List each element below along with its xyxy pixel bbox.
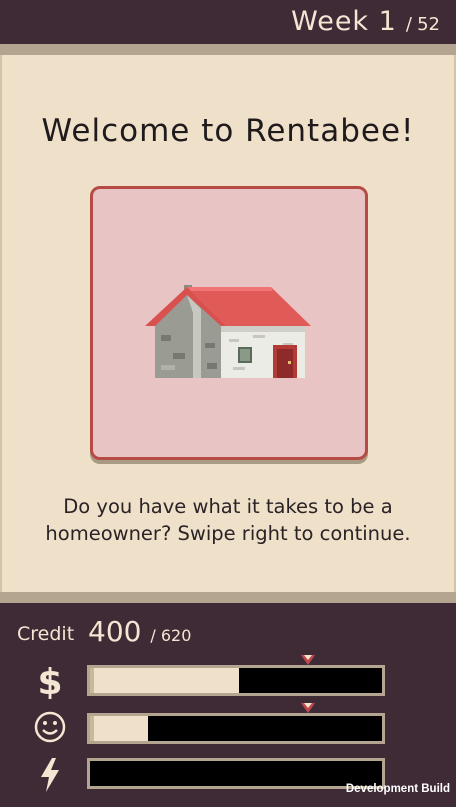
lightning-icon <box>30 755 70 795</box>
credit-value: 400 <box>88 615 142 648</box>
stats-panel: Credit 400 / 620 $ Development Build <box>0 603 456 807</box>
credit-display: 400 / 620 <box>88 615 191 648</box>
bottom-divider <box>0 592 456 603</box>
happiness-threshold-marker <box>301 703 315 713</box>
house-icon <box>145 285 311 378</box>
money-bar <box>87 665 385 696</box>
card-description: Do you have what it takes to be a homeow… <box>45 495 411 545</box>
money-threshold-marker <box>301 655 315 665</box>
card-area: Welcome to Rentabee! Do you have what it… <box>0 55 456 592</box>
happiness-bar-fill <box>90 716 149 741</box>
week-separator: / <box>405 14 412 35</box>
svg-text:$: $ <box>37 662 62 699</box>
money-bar-fill <box>90 668 239 693</box>
dev-build-label: Development Build <box>345 783 450 795</box>
week-label: Week 1 <box>291 6 397 37</box>
happiness-bar <box>87 713 385 744</box>
card-title: Welcome to Rentabee! <box>41 113 415 149</box>
week-counter: Week 1 / 52 <box>291 6 440 37</box>
top-divider <box>0 44 456 55</box>
credit-label: Credit <box>17 623 75 645</box>
energy-bar <box>87 758 385 789</box>
credit-max: / 620 <box>150 626 192 645</box>
week-total: 52 <box>417 14 440 35</box>
top-bar: Week 1 / 52 <box>0 0 456 44</box>
smiley-icon <box>30 707 70 747</box>
dollar-icon: $ <box>30 660 70 700</box>
swipe-card[interactable] <box>90 186 368 460</box>
